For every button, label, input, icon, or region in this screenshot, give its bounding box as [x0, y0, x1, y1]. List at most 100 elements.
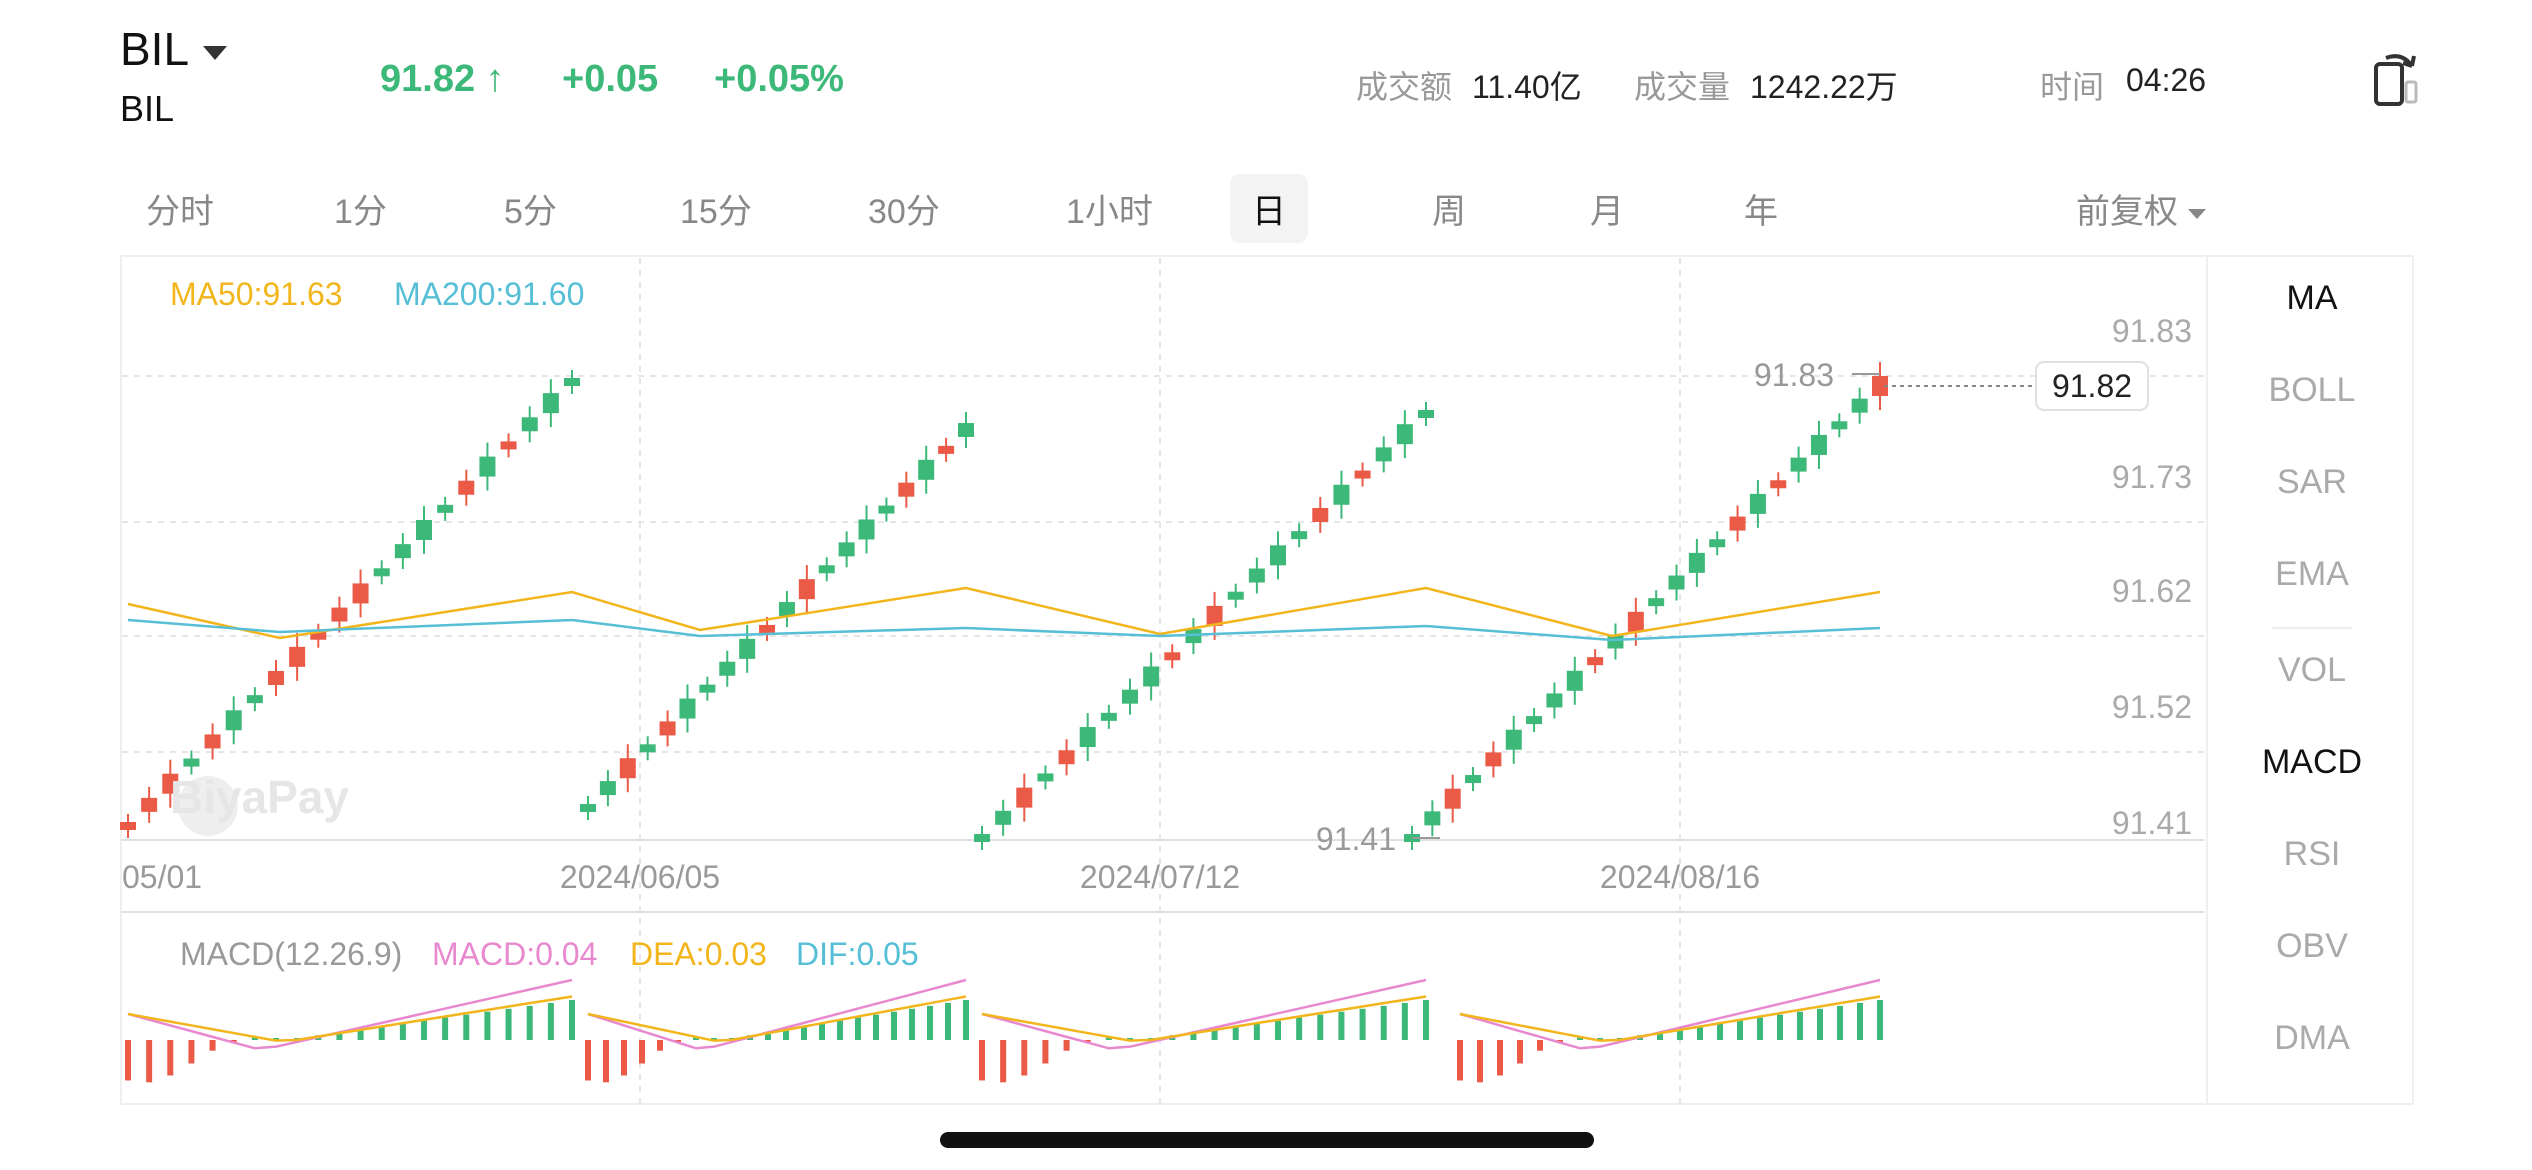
indicator-macd[interactable]: MACD [2208, 743, 2416, 782]
macd-bar [125, 1040, 131, 1081]
candle-body [204, 734, 221, 749]
candle-body [1587, 657, 1604, 666]
home-indicator[interactable] [940, 1132, 1594, 1148]
macd-bar [1857, 1002, 1863, 1040]
macd-bar [909, 1008, 915, 1040]
candle-body [974, 834, 990, 842]
macd-bar [603, 1040, 609, 1083]
macd-bar [945, 1002, 951, 1040]
macd-bar [526, 1005, 533, 1040]
indicator-obv[interactable]: OBV [2208, 927, 2416, 966]
candle-body [416, 520, 432, 540]
macd-bar [505, 1008, 512, 1040]
candle-body [500, 441, 517, 450]
candle-body [858, 519, 875, 540]
candle-body [564, 378, 580, 386]
macd-bar [463, 1014, 470, 1040]
candle-body [679, 698, 696, 719]
candle-body [938, 445, 955, 454]
macd-bar [209, 1040, 216, 1051]
indicator-dma[interactable]: DMA [2208, 1019, 2416, 1058]
ma50-legend: MA50:91.63 [170, 276, 343, 312]
macd-line [981, 978, 1427, 1050]
macd-bar [1063, 1040, 1070, 1051]
macd-bar [1253, 1023, 1260, 1040]
candle-body [1122, 689, 1138, 704]
candle-body [1444, 788, 1461, 809]
candle-body [995, 810, 1012, 825]
candle-body [619, 758, 636, 779]
macd-bar [547, 1002, 554, 1040]
macd-bar [1797, 1011, 1803, 1040]
kline-chart[interactable]: 91.83 91.73 91.62 91.52 91.41 05/01 2024/06/05… [0, 0, 2532, 1170]
candle-body [1465, 775, 1482, 784]
candle-body [1485, 752, 1502, 767]
candle-body [838, 542, 855, 557]
candle-body [739, 638, 756, 659]
macd-bar [801, 1026, 807, 1040]
x-tick-label: 2024/07/12 [1080, 859, 1240, 895]
macd-bar [399, 1023, 406, 1040]
x-tick-label: 05/01 [122, 859, 202, 895]
candle-body [1058, 750, 1075, 765]
candle-body [1016, 787, 1033, 808]
candle-body [183, 758, 200, 767]
indicator-ma[interactable]: MA [2208, 279, 2416, 318]
candle-body [331, 607, 348, 622]
macd-bar [1777, 1014, 1783, 1040]
candle-body [437, 504, 454, 513]
candle-body [1831, 421, 1848, 430]
candle-body [918, 459, 935, 480]
y-tick-label: 91.52 [2112, 689, 2192, 725]
candle-body [1143, 666, 1160, 687]
macd-bar [421, 1020, 427, 1040]
macd-line [127, 978, 573, 1050]
x-tick-label: 2024/06/05 [560, 859, 720, 895]
macd-bar [1380, 1005, 1387, 1040]
candle-body [1079, 727, 1096, 748]
candle-body [1396, 424, 1413, 445]
macd-bar [1401, 1002, 1408, 1040]
candle-body [878, 505, 895, 514]
candle-body [1688, 552, 1705, 573]
macd-bar [927, 1005, 933, 1040]
candle-body [1333, 484, 1350, 505]
watermark: BiyaPay [170, 771, 350, 823]
indicator-vol[interactable]: VOL [2208, 651, 2416, 690]
candle-body [599, 781, 616, 796]
macd-bar [146, 1040, 153, 1083]
candle-body [1627, 611, 1644, 632]
macd-bar [855, 1017, 861, 1040]
macd-bar [1717, 1023, 1723, 1040]
macd-bar [1877, 1000, 1883, 1040]
macd-bar [585, 1040, 591, 1081]
macd-title: MACD(12.26.9) [180, 936, 403, 972]
low-marker-label: 91.41 [1316, 821, 1396, 857]
indicator-list: MA BOLL SAR EMA VOL MACD RSI OBV DMA [2206, 255, 2414, 1105]
macd-bar [1537, 1040, 1543, 1051]
candle-body [1227, 591, 1244, 600]
macd-bar [819, 1023, 825, 1040]
dea-value: DEA:0.03 [630, 936, 767, 972]
macd-bar [484, 1011, 491, 1040]
candle-body [268, 671, 284, 685]
candle-body [458, 480, 475, 495]
candle-body [289, 646, 306, 667]
macd-bar [378, 1026, 385, 1040]
candle-body [1375, 447, 1392, 462]
candle-body [373, 568, 390, 577]
macd-bar [569, 1000, 575, 1040]
indicator-rsi[interactable]: RSI [2208, 835, 2416, 874]
candle-body [120, 822, 136, 830]
macd-bar [1338, 1011, 1345, 1040]
candle-body [958, 423, 974, 437]
candle-body [246, 695, 263, 704]
indicator-sar[interactable]: SAR [2208, 463, 2416, 502]
indicator-boll[interactable]: BOLL [2208, 371, 2416, 410]
candle-body [1749, 493, 1766, 514]
y-tick-label: 91.41 [2112, 805, 2192, 841]
candle-body [1164, 652, 1181, 661]
indicator-ema[interactable]: EMA [2208, 555, 2416, 594]
macd-bar [1359, 1008, 1366, 1040]
macd-bar [837, 1020, 843, 1040]
